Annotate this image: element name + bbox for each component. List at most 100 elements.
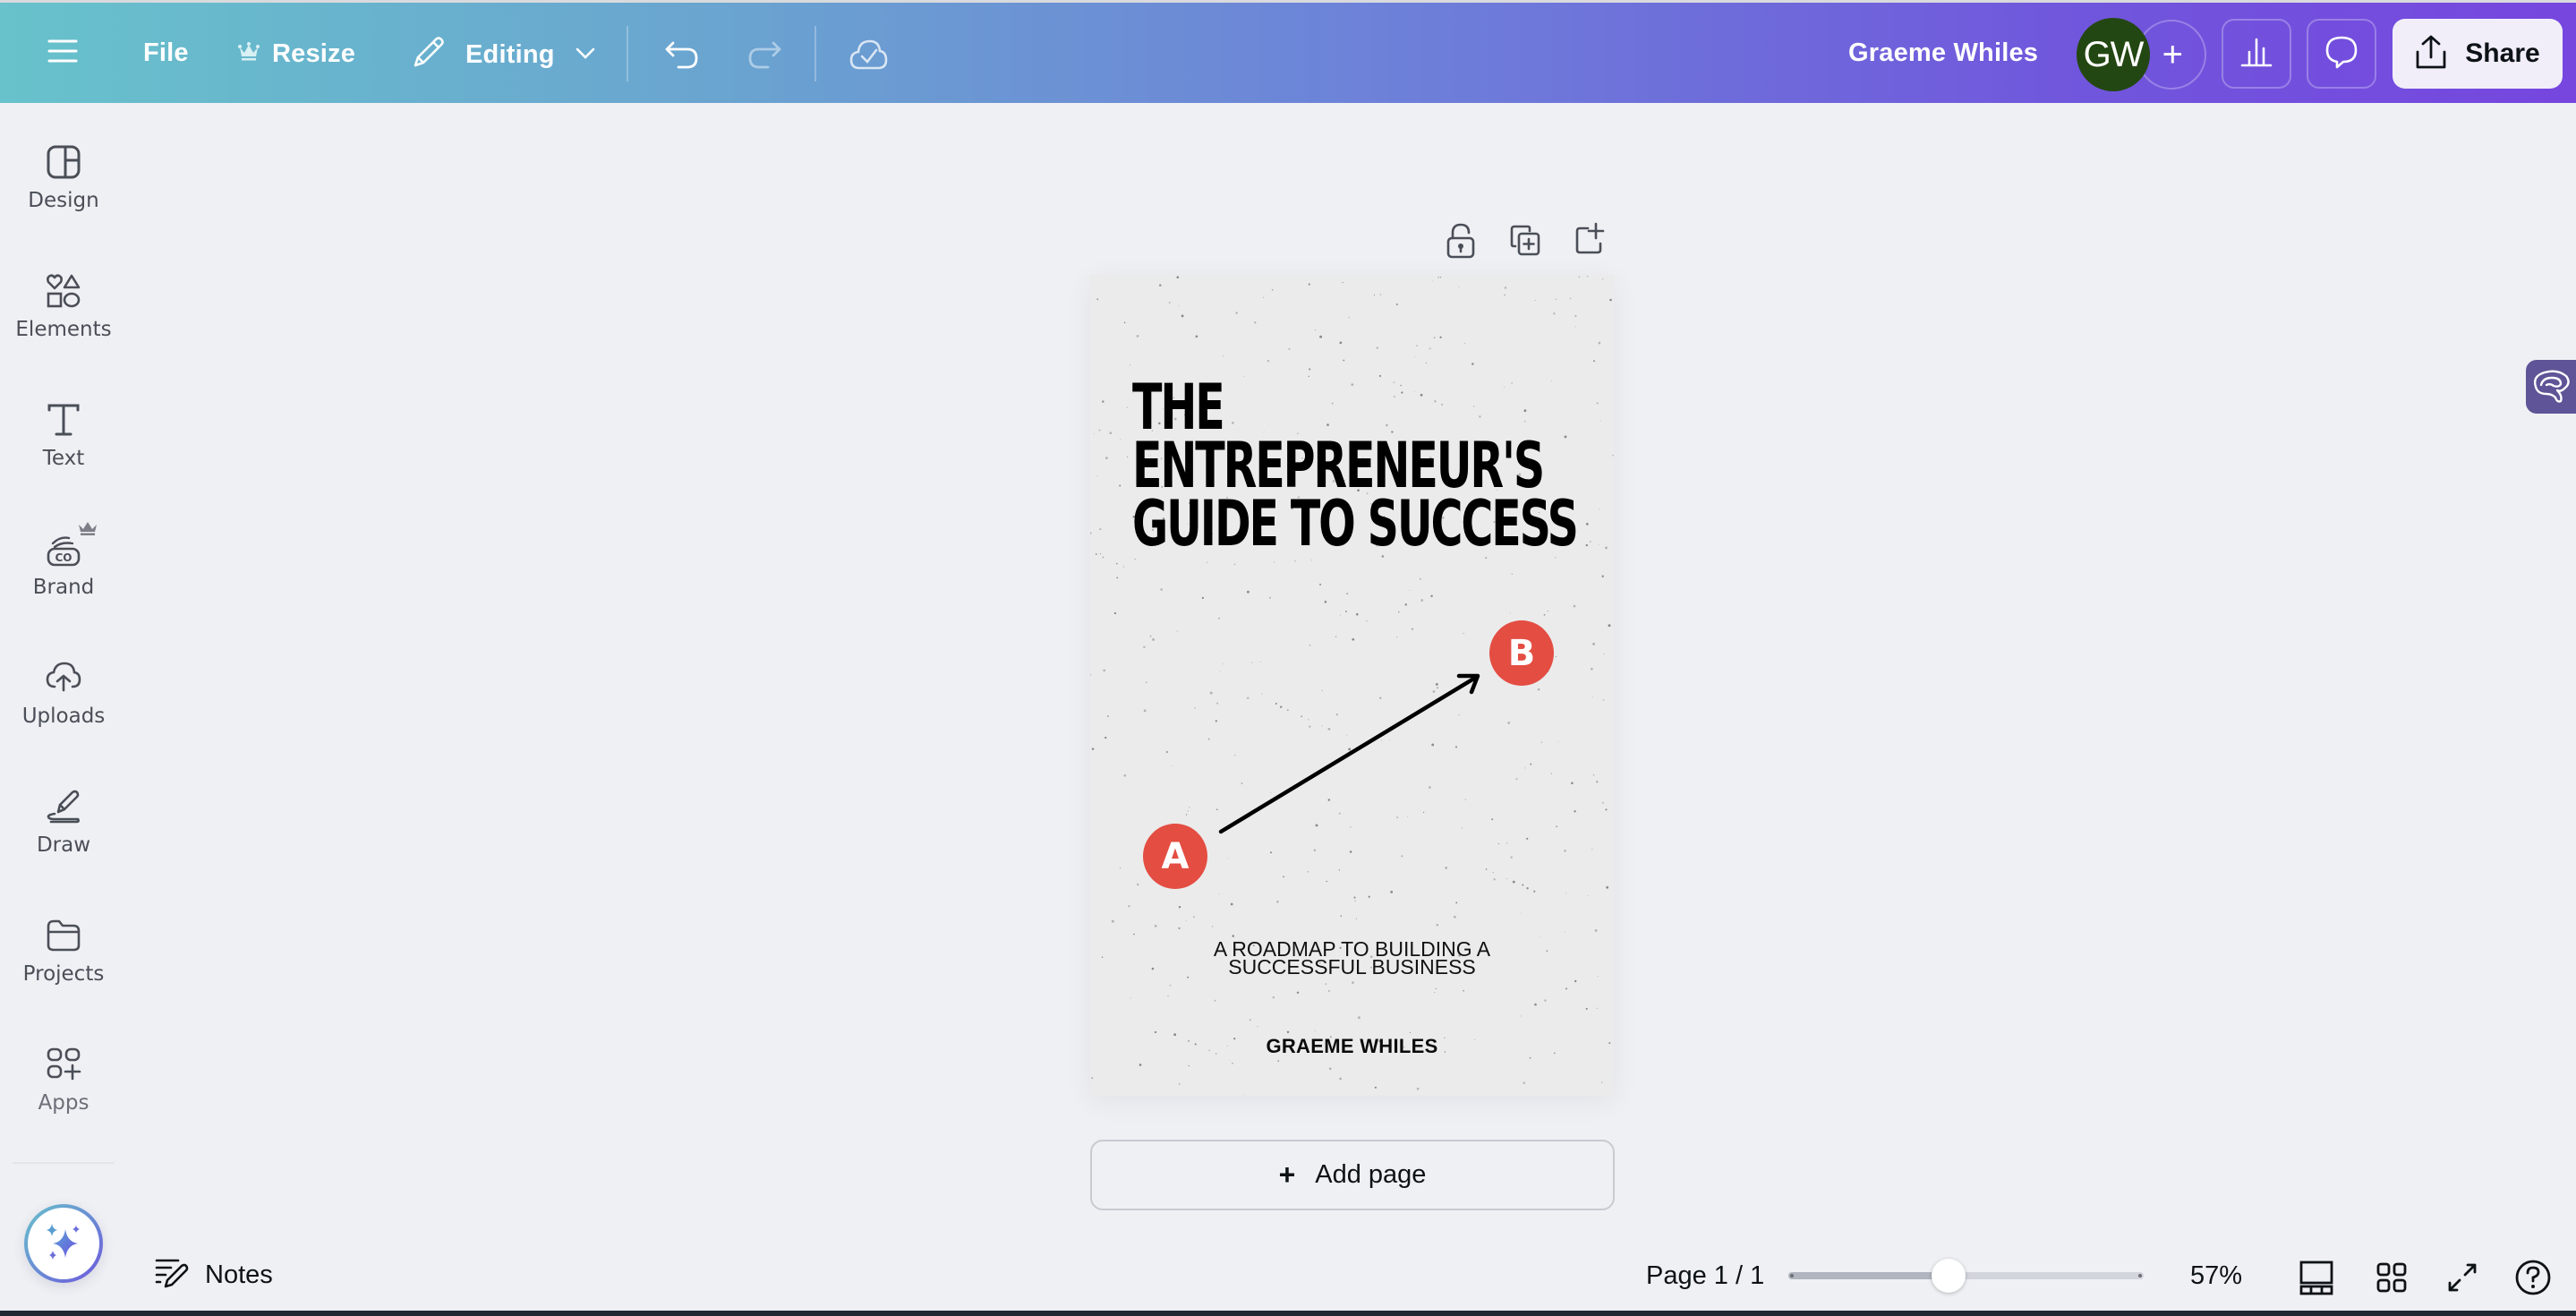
speckle [1598, 341, 1601, 345]
sidebar-item-draw[interactable]: Draw [0, 771, 127, 887]
sidebar-item-text[interactable]: Text [0, 384, 127, 500]
speckle [1126, 406, 1128, 408]
speckle [1308, 283, 1310, 286]
undo-icon[interactable] [661, 37, 704, 73]
lock-icon[interactable] [1446, 222, 1478, 261]
speckle [1497, 842, 1499, 845]
cloud-check-icon[interactable] [847, 35, 890, 74]
speckle [1215, 808, 1218, 811]
speckle [1319, 335, 1323, 338]
side-panel-tab[interactable] [2526, 360, 2576, 414]
speckle [1218, 893, 1220, 895]
add-page-icon[interactable] [1574, 222, 1607, 258]
speckle [1354, 900, 1356, 902]
speckle [1395, 303, 1398, 305]
sidebar-item-apps[interactable]: Apps [0, 1029, 127, 1145]
speckle [1136, 883, 1139, 886]
speckle [1594, 928, 1598, 932]
page-indicator[interactable]: Page 1 / 1 [1646, 1261, 1764, 1291]
magic-assistant-button[interactable] [24, 1204, 103, 1283]
speckle [1606, 885, 1609, 889]
resize-label: Resize [272, 38, 356, 68]
speckle [1187, 810, 1189, 812]
speckle [1437, 276, 1440, 278]
speckle [1389, 739, 1391, 741]
cover-subtitle[interactable]: A ROADMAP TO BUILDING A SUCCESSFUL BUSIN… [1090, 939, 1614, 978]
sidebar-item-elements[interactable]: Elements [0, 255, 127, 372]
speckle [1308, 719, 1309, 721]
speckle [1357, 1016, 1361, 1020]
zoom-percentage[interactable]: 57% [2190, 1261, 2242, 1291]
cover-title[interactable]: THE ENTREPRENEUR'S GUIDE TO SUCCESS [1132, 376, 1579, 555]
speckle [1271, 289, 1274, 291]
cover-author[interactable]: GRAEME WHILES [1090, 1035, 1614, 1058]
resize-button[interactable]: Resize [238, 38, 355, 69]
speckle [1512, 880, 1515, 884]
left-sidebar: Design Elements Text CO Brand Uploads Dr… [0, 103, 127, 1316]
speckle [1600, 1081, 1603, 1083]
speckle [1277, 1060, 1280, 1062]
sidebar-label: Apps [38, 1091, 90, 1115]
speckle [1432, 280, 1434, 282]
chevron-down-icon [575, 46, 596, 64]
svg-text:CO: CO [55, 551, 72, 564]
help-icon[interactable] [2513, 1258, 2553, 1297]
duplicate-page-icon[interactable] [1510, 224, 1542, 260]
speckle [1123, 321, 1126, 324]
speckle [1379, 294, 1382, 295]
toolbar-divider [815, 26, 816, 81]
grid-view-icon[interactable] [2372, 1258, 2411, 1297]
zoom-slider[interactable] [1788, 1259, 2144, 1293]
design-page[interactable]: THE ENTREPRENEUR'S GUIDE TO SUCCESS A B … [1090, 275, 1614, 1096]
speckle [1585, 1007, 1588, 1010]
zoom-slider-thumb[interactable] [1931, 1259, 1966, 1293]
editing-mode-dropdown[interactable]: Editing [410, 35, 596, 74]
hamburger-menu-icon[interactable] [47, 35, 79, 67]
speckle [1574, 314, 1577, 317]
speckle [1504, 294, 1506, 296]
speckle [1462, 827, 1463, 829]
fullscreen-icon[interactable] [2443, 1258, 2482, 1297]
speckle [1119, 484, 1122, 487]
redo-icon[interactable] [743, 37, 786, 73]
comments-button[interactable] [2307, 19, 2376, 89]
speckle [1352, 981, 1354, 984]
analytics-button[interactable] [2222, 19, 2291, 89]
speckle [1307, 870, 1309, 873]
file-menu[interactable]: File [143, 40, 189, 66]
avatar[interactable]: GW [2077, 18, 2150, 91]
sidebar-label: Text [42, 447, 85, 470]
speckle [1168, 301, 1171, 303]
speckle [1247, 696, 1250, 699]
marker-a[interactable]: A [1143, 824, 1207, 889]
speckle [1128, 905, 1130, 908]
sidebar-label: Projects [22, 962, 105, 986]
speckle [1374, 1086, 1377, 1089]
speckle [1178, 927, 1181, 929]
speckle [1214, 999, 1216, 1002]
speckle [1390, 891, 1394, 893]
speckle [1409, 589, 1411, 591]
notes-button[interactable]: Notes [155, 1258, 273, 1293]
filmstrip-view-icon[interactable] [2297, 1258, 2336, 1297]
add-page-button[interactable]: + Add page [1090, 1140, 1615, 1210]
speckle [1178, 304, 1180, 306]
sidebar-item-brand[interactable]: CO Brand [0, 513, 127, 629]
speckle [1309, 644, 1311, 646]
speckle [1096, 475, 1098, 477]
speckle [1234, 755, 1236, 756]
sidebar-item-design[interactable]: Design [0, 126, 127, 243]
speckle [1585, 523, 1589, 526]
speckle [1464, 342, 1466, 344]
speckle [1187, 976, 1190, 978]
marker-b[interactable]: B [1489, 620, 1554, 686]
premium-crown-icon [77, 520, 98, 541]
sidebar-divider [13, 1162, 115, 1164]
speckle [1102, 556, 1105, 559]
share-button[interactable]: Share [2393, 19, 2563, 89]
sidebar-item-projects[interactable]: Projects [0, 900, 127, 1016]
speckle [1352, 637, 1355, 641]
speckle [1185, 814, 1188, 816]
speckle [1169, 984, 1172, 987]
sidebar-item-uploads[interactable]: Uploads [0, 642, 127, 758]
